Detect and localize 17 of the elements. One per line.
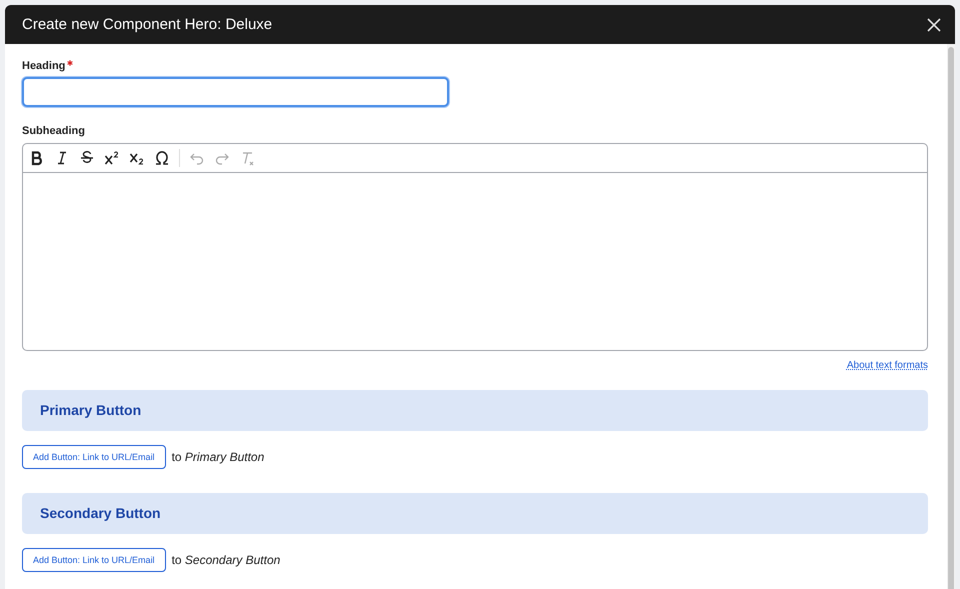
- field-label: Heading: [22, 60, 66, 72]
- add-target-text: to Secondary Button: [172, 553, 280, 567]
- add-button[interactable]: Add Button: Link to URL/Email: [22, 548, 166, 572]
- heading-input[interactable]: [22, 77, 449, 107]
- omega-icon[interactable]: [154, 150, 170, 166]
- add-target-text: to Primary Button: [172, 450, 264, 464]
- section-header: Secondary Button: [22, 493, 928, 534]
- bold-icon[interactable]: [29, 150, 45, 166]
- add-button[interactable]: Add Button: Link to URL/Email: [22, 445, 166, 469]
- about-text-formats-link[interactable]: About text formats: [846, 360, 928, 371]
- superscript-icon[interactable]: [104, 150, 120, 166]
- field-label: Subheading: [22, 125, 85, 137]
- section-header: Primary Button: [22, 390, 928, 431]
- scrollbar[interactable]: [947, 44, 955, 589]
- close-icon[interactable]: [927, 18, 941, 32]
- strikethrough-icon[interactable]: [79, 150, 95, 166]
- dialog-title: Create new Component Hero: Deluxe: [22, 16, 272, 33]
